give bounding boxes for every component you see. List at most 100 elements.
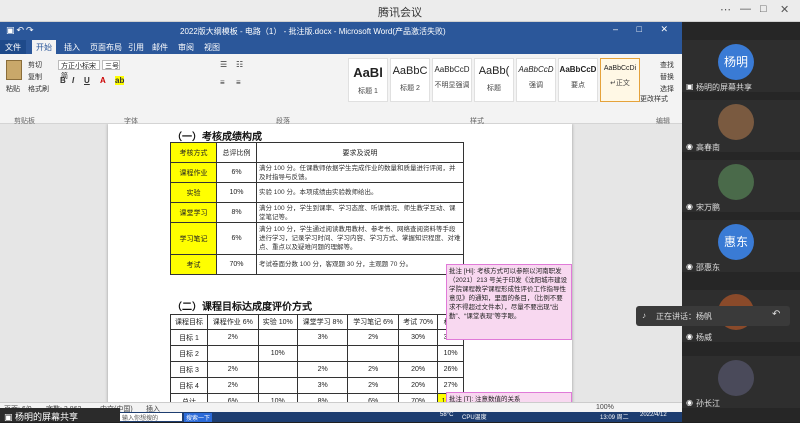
clock-date: 2022/4/12 — [640, 412, 667, 418]
maximize-icon[interactable]: □ — [760, 3, 767, 15]
copy-button[interactable]: 复制 — [28, 72, 42, 82]
italic-icon[interactable]: I — [72, 76, 74, 85]
tab-layout[interactable]: 页面布局 — [90, 42, 122, 53]
font-size-select[interactable]: 三号 — [102, 60, 120, 70]
bold-icon[interactable]: B — [60, 76, 66, 85]
highlight-icon[interactable]: ab — [115, 76, 125, 85]
bullets-icon[interactable]: ☰ — [220, 60, 227, 69]
share-label: 杨明的屏幕共享 — [15, 412, 79, 422]
style-preview: AaBbCcD — [559, 65, 597, 74]
style-name: 不明显强调 — [434, 82, 470, 89]
participant-tile[interactable]: ◉ 宋万鹏 — [682, 160, 800, 212]
style-emphasis[interactable]: AaBbCcD 强调 — [516, 58, 556, 102]
tab-review[interactable]: 审阅 — [178, 42, 194, 53]
replace-button[interactable]: 替换 — [660, 72, 674, 82]
font-name-select[interactable]: 方正小标宋简 — [58, 60, 100, 80]
more-icon[interactable]: ⋯ — [720, 3, 731, 16]
participant-tile[interactable]: ◉ 孙长江 — [682, 356, 800, 408]
style-name: 强调 — [529, 82, 543, 89]
participant-name: 孙长江 — [696, 399, 720, 408]
close-icon[interactable]: ✕ — [780, 3, 789, 16]
table-cell: 实验 100 分。本项成绩由实验教师给出。 — [256, 182, 464, 203]
taskbar-search-input[interactable]: 输入你想搜的 — [120, 413, 182, 422]
mic-icon: ◉ — [686, 332, 693, 341]
participant-name: 邵惠东 — [696, 263, 720, 272]
cpu-label: CPU温度 — [462, 415, 487, 421]
style-subtle-emphasis[interactable]: AaBbCcD 不明显强调 — [432, 58, 472, 102]
style-normal[interactable]: AaBbCcDi ↵正文 — [600, 58, 640, 102]
taskbar-search-button[interactable]: 搜索一下 — [184, 413, 213, 422]
align-left-icon[interactable]: ≡ — [220, 78, 225, 87]
tab-file[interactable]: 文件 — [0, 40, 26, 54]
style-name: 标题 2 — [400, 85, 420, 92]
avatar: 惠东 — [718, 224, 754, 260]
table-row: 目标 3 2% 2% 2% 20% 26% — [169, 361, 464, 378]
mic-icon: ◉ — [686, 262, 693, 271]
table-cell — [296, 345, 349, 362]
objectives-table: 课程目标 课程作业 6% 实验 10% 课堂学习 8% 学习笔记 6% 考试 7… — [169, 314, 464, 402]
window-controls-icon[interactable]: – □ ✕ — [613, 24, 676, 35]
speaking-text: 正在讲话：杨帆 — [656, 312, 712, 321]
reply-icon[interactable]: ↶ — [772, 309, 780, 320]
format-painter-button[interactable]: 格式刷 — [28, 84, 49, 94]
table-cell: 目标 2 — [169, 345, 209, 362]
comment-balloon[interactable]: 批注 [Hi]: 考核方式可以参照以河南职发（2021）213 号关于印发《沈阳… — [446, 264, 572, 340]
table-cell: 满分 100 分。任课教师依据学生完成作业的数量和质量进行评阅，并及时指导与反馈… — [256, 162, 464, 183]
table-cell: 目标 4 — [169, 377, 209, 394]
table-header: 总评比例 — [216, 142, 257, 163]
participants-panel: 杨明 ▣ 杨明的屏幕共享 ◉ 高春南 ◉ 宋万鹏 惠东 ◉ 邵惠东 ◉ 杨威 ◉… — [682, 22, 800, 422]
select-button[interactable]: 选择 — [660, 84, 674, 94]
comment-balloon[interactable]: 批注 [T]: 注意数值的关系 — [446, 392, 572, 402]
cpu-temp: 58°C — [440, 412, 454, 418]
align-center-icon[interactable]: ≡ — [236, 78, 241, 87]
table-cell: 考试 — [170, 254, 217, 275]
table-cell: 课堂学习 — [170, 202, 217, 223]
quick-access-icon[interactable]: ▣↶↷ — [6, 25, 36, 36]
underline-icon[interactable]: U — [84, 76, 90, 85]
clock-time: 13:09 周二 — [600, 415, 629, 421]
paste-button[interactable]: 粘贴 — [6, 84, 20, 94]
cut-button[interactable]: 剪切 — [28, 60, 42, 70]
document-area: （一）考核成绩构成 考核方式 总评比例 要求及说明 课程作业 6% 满分 100… — [0, 124, 682, 402]
avatar — [718, 360, 754, 396]
avatar — [718, 164, 754, 200]
table-cell: 2% — [296, 361, 349, 378]
mic-icon: ◉ — [686, 398, 693, 407]
speaker-icon: ♪ — [642, 311, 646, 320]
paste-icon[interactable] — [6, 60, 22, 80]
style-title[interactable]: AaBb(标题 — [474, 58, 514, 102]
minimize-icon[interactable]: — — [740, 3, 751, 15]
participant-tile[interactable]: 杨明 ▣ 杨明的屏幕共享 — [682, 40, 800, 92]
table-header: 课程作业 6% — [207, 314, 259, 330]
find-button[interactable]: 查找 — [660, 60, 674, 70]
table-cell: 2% — [207, 377, 259, 394]
table-cell — [257, 329, 298, 346]
tab-mailings[interactable]: 邮件 — [152, 42, 168, 53]
style-heading-1[interactable]: AaBl 标题 1 — [348, 58, 388, 102]
participant-name: 杨明的屏幕共享 — [696, 83, 752, 92]
ribbon-tabs: 文件 开始 插入 页面布局 引用 邮件 审阅 视图 — [0, 40, 682, 54]
table-cell: 6% — [216, 162, 257, 183]
style-heading-2[interactable]: AaBbC 标题 2 — [390, 58, 430, 102]
style-preview: AaBbCcDi — [603, 65, 637, 72]
style-preview: AaBbC — [392, 65, 428, 77]
participant-tile[interactable]: ◉ 高春南 — [682, 100, 800, 152]
style-strong[interactable]: AaBbCcD 要点 — [558, 58, 598, 102]
participant-name: 宋万鹏 — [696, 203, 720, 212]
table-cell: 2% — [347, 329, 400, 346]
table-cell: 6% — [207, 393, 259, 402]
numbering-icon[interactable]: ☷ — [236, 60, 243, 69]
zoom-level[interactable]: 100% — [596, 404, 614, 411]
avatar: 杨明 — [718, 44, 754, 80]
table-header: 考核方式 — [170, 142, 217, 163]
tab-insert[interactable]: 插入 — [64, 42, 80, 53]
tab-view[interactable]: 视图 — [204, 42, 220, 53]
change-styles-button[interactable]: 更改样式 — [640, 94, 668, 104]
tab-home[interactable]: 开始 — [32, 40, 56, 54]
shared-screen: ▣↶↷ 2022版大纲模板 - 电路（1） - 批注版.docx - Micro… — [0, 22, 682, 422]
font-color-icon[interactable]: A — [100, 76, 106, 85]
tab-references[interactable]: 引用 — [128, 42, 144, 53]
participant-tile[interactable]: 惠东 ◉ 邵惠东 — [682, 220, 800, 272]
word-title-bar: ▣↶↷ 2022版大纲模板 - 电路（1） - 批注版.docx - Micro… — [0, 22, 682, 40]
table-cell: 目标 1 — [169, 329, 209, 346]
